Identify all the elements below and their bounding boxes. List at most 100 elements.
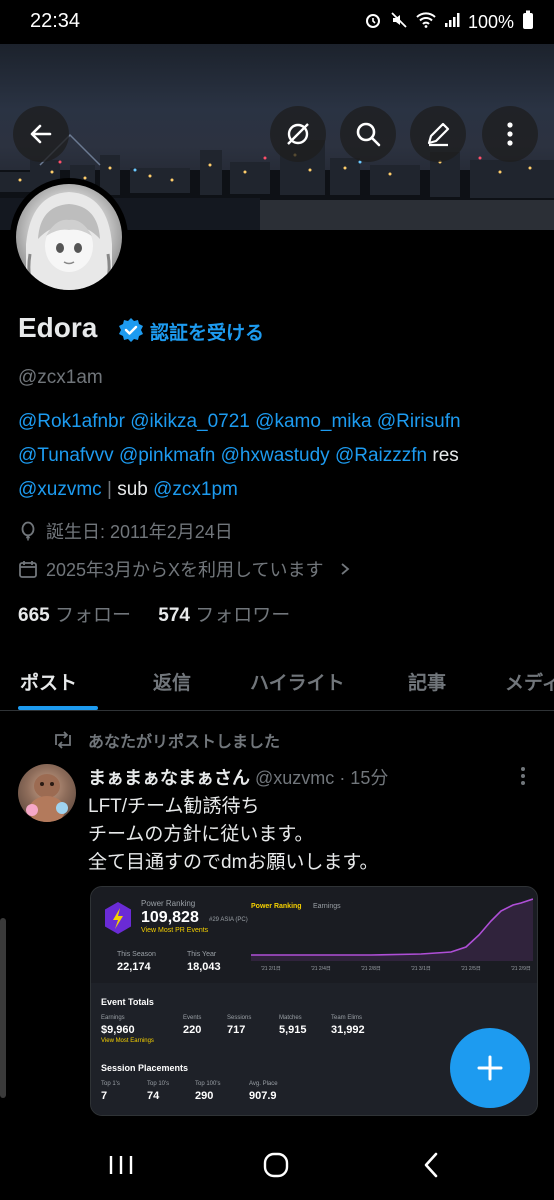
- plus-icon: [477, 1055, 503, 1081]
- repost-label: あなたがリポストしました: [88, 734, 281, 751]
- card-power-section: Power Ranking 109,828 #29 ASIA (PC) View…: [91, 887, 537, 983]
- recent-apps-icon: [109, 1156, 133, 1174]
- tab-highlights[interactable]: ハイライト: [250, 668, 345, 695]
- events-label: Events: [183, 1015, 202, 1021]
- bio-mention[interactable]: @zcx1pm: [153, 479, 238, 500]
- more-button[interactable]: [482, 106, 538, 162]
- back-icon: [30, 124, 52, 144]
- following-count: 665: [18, 605, 50, 626]
- top1-value: 7: [101, 1090, 108, 1102]
- post-text: LFT/チーム勧誘待ち チームの方針に従います。 全て目通すのでdmお願いします…: [88, 796, 379, 873]
- status-bar: 22:34 100%: [0, 0, 554, 44]
- power-ranking-chart: [251, 898, 533, 961]
- events-value: 220: [183, 1024, 202, 1036]
- bio-text: sub: [117, 479, 148, 500]
- status-time: 22:34: [30, 10, 81, 32]
- bio-mention[interactable]: @hxwastudy: [221, 445, 330, 466]
- chart-x-label: '21 2/9日: [511, 966, 531, 972]
- this-season-label: This Season: [117, 951, 156, 958]
- team-elims-label: Team Elims: [331, 1015, 363, 1021]
- grok-button[interactable]: [270, 106, 326, 162]
- bio-mention[interactable]: @pinkmafn: [119, 445, 215, 466]
- session-placements-title: Session Placements: [101, 1063, 189, 1073]
- battery-percent: 100%: [467, 12, 514, 32]
- avg-place-value: 907.9: [249, 1090, 277, 1102]
- view-most-pr-link: View Most PR Events: [141, 927, 209, 934]
- power-ranking-region: #29 ASIA (PC): [209, 917, 248, 923]
- joined-text: 2025年3月からXを利用しています: [46, 560, 324, 580]
- post-author-handle[interactable]: @xuzvmc: [255, 768, 334, 788]
- team-elims-value: 31,992: [331, 1024, 365, 1036]
- this-season-value: 22,174: [117, 961, 151, 973]
- more-icon: [507, 122, 513, 146]
- back-nav-button[interactable]: [422, 1152, 440, 1183]
- bio-mention[interactable]: @ikikza_0721: [130, 411, 250, 432]
- tab-media[interactable]: メディ: [505, 668, 554, 695]
- chart-x-label: '21 2/1日: [261, 966, 281, 972]
- profile-avatar[interactable]: [10, 178, 128, 296]
- signal-icon: [444, 12, 460, 33]
- recent-apps-button[interactable]: [108, 1154, 134, 1181]
- chart-x-label: '21 2/5日: [461, 966, 481, 972]
- scrollbar-thumb[interactable]: [0, 918, 6, 1098]
- get-verified-link[interactable]: 認証を受ける: [150, 318, 264, 345]
- bio-mention[interactable]: @Rok1afnbr: [18, 411, 125, 432]
- post-author-name[interactable]: まぁまぁなまぁさん: [88, 768, 250, 788]
- event-totals-title: Event Totals: [101, 997, 154, 1007]
- followers-count: 574: [158, 605, 190, 626]
- matches-value: 5,915: [279, 1024, 307, 1036]
- repost-icon: [55, 731, 71, 749]
- post-author-avatar[interactable]: [18, 764, 76, 822]
- post-more-button[interactable]: [520, 766, 526, 791]
- following-link[interactable]: 665 フォロー: [18, 605, 131, 626]
- tab-replies[interactable]: 返信: [153, 668, 191, 695]
- sessions-label: Sessions: [227, 1015, 252, 1021]
- bio-mention[interactable]: @Raizzzfn: [335, 445, 427, 466]
- bio-mention[interactable]: @Tunafvvv: [18, 445, 114, 466]
- avatar-image: [16, 184, 122, 290]
- birthday-row: 誕生日: 2011年2月24日: [18, 518, 233, 544]
- tab-posts[interactable]: ポスト: [20, 668, 77, 695]
- back-nav-icon: [424, 1152, 438, 1178]
- tab-articles[interactable]: 記事: [408, 668, 446, 695]
- chevron-right-icon: [340, 563, 349, 575]
- post-time: · 15分: [339, 768, 389, 788]
- bio-text: res: [432, 445, 459, 466]
- bio-separator: |: [106, 479, 112, 500]
- more-vertical-icon: [521, 767, 525, 785]
- home-button[interactable]: [263, 1152, 289, 1183]
- compose-post-fab[interactable]: [450, 1028, 530, 1108]
- search-button[interactable]: [340, 106, 396, 162]
- view-most-earnings-link: View Most Earnings: [101, 1038, 154, 1044]
- search-icon: [356, 122, 381, 147]
- repost-context: あなたがリポストしました: [52, 728, 280, 752]
- top10-value: 74: [147, 1090, 160, 1102]
- back-button[interactable]: [13, 106, 69, 162]
- top10-label: Top 10's: [147, 1081, 170, 1087]
- joined-row[interactable]: 2025年3月からXを利用しています: [18, 556, 352, 582]
- balloon-icon: [21, 521, 35, 541]
- post-header: まぁまぁなまぁさん @xuzvmc · 15分: [88, 764, 388, 790]
- power-ranking-label: Power Ranking: [141, 899, 196, 908]
- sessions-value: 717: [227, 1024, 246, 1036]
- followers-link[interactable]: 574 フォロワー: [158, 605, 290, 626]
- earnings-value: $9,960: [101, 1024, 135, 1036]
- this-year-value: 18,043: [187, 961, 221, 973]
- grok-icon: [287, 123, 309, 145]
- system-nav-bar: [0, 1128, 554, 1200]
- bio-mention[interactable]: @kamo_mika: [255, 411, 371, 432]
- top1-label: Top 1's: [101, 1081, 120, 1087]
- profile-name: Edora: [18, 312, 98, 343]
- followers-label: フォロワー: [195, 605, 291, 626]
- mute-icon: [390, 11, 408, 34]
- bio-mention[interactable]: @xuzvmc: [18, 479, 102, 500]
- home-icon: [263, 1152, 289, 1178]
- tab-active-indicator: [18, 706, 98, 710]
- matches-label: Matches: [279, 1015, 302, 1021]
- chart-x-label: '21 3/1日: [411, 966, 431, 972]
- battery-icon: [522, 10, 534, 35]
- compose-button[interactable]: [410, 106, 466, 162]
- chart-x-label: '21 2/8日: [361, 966, 381, 972]
- follow-stats: 665 フォロー 574 フォロワー: [18, 600, 290, 627]
- bio-mention[interactable]: @Ririsufn: [377, 411, 461, 432]
